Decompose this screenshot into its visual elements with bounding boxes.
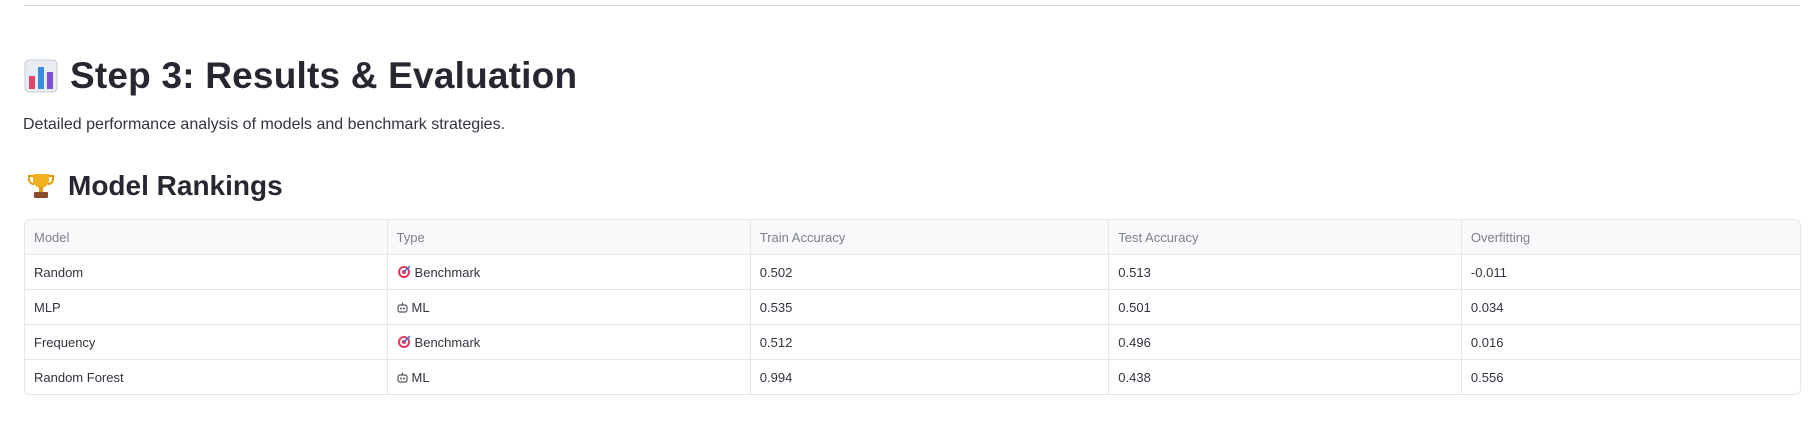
cell-test-accuracy[interactable]: 0.501 [1108,289,1462,325]
cell-type[interactable]: ML [387,289,751,325]
column-header-model[interactable]: Model [25,220,388,255]
page-title-text: Step 3: Results & Evaluation [70,55,578,96]
column-header-train-accuracy[interactable]: Train Accuracy [750,220,1110,255]
cell-model[interactable]: Random [25,254,388,290]
table-row: MLP ML 0.535 0.501 0.034 [25,289,1800,325]
cell-train-accuracy[interactable]: 0.502 [750,254,1110,290]
column-header-overfitting[interactable]: Overfitting [1461,220,1800,255]
table-header-row: Model Type Train Accuracy Test Accuracy … [25,220,1800,255]
trophy-icon [28,172,54,200]
results-page: Step 3: Results & Evaluation Detailed pe… [0,0,1814,422]
cell-train-accuracy[interactable]: 0.994 [750,359,1110,394]
bar-chart-icon [24,59,58,93]
table-row: Frequency Benchmark 0.512 0.496 0.016 [25,324,1800,360]
cell-test-accuracy[interactable]: 0.496 [1108,324,1462,360]
page-title: Step 3: Results & Evaluation [24,48,577,104]
cell-type-label: ML [411,369,430,385]
target-icon [397,265,411,279]
cell-overfitting[interactable]: -0.011 [1461,254,1800,290]
cell-model[interactable]: MLP [25,289,388,325]
cell-type-label: Benchmark [414,334,481,350]
target-icon [397,335,411,349]
cell-type[interactable]: Benchmark [387,324,751,360]
cell-train-accuracy[interactable]: 0.535 [750,289,1110,325]
column-header-test-accuracy[interactable]: Test Accuracy [1108,220,1462,255]
section-divider [24,5,1800,6]
section-title-text: Model Rankings [68,170,283,201]
section-title: Model Rankings [28,166,283,206]
table-row: Random Forest ML 0.994 0.438 0.556 [25,359,1800,395]
column-header-type[interactable]: Type [387,220,751,255]
cell-type[interactable]: ML [387,359,751,394]
cell-test-accuracy[interactable]: 0.438 [1108,359,1462,394]
rankings-table[interactable]: Model Type Train Accuracy Test Accuracy … [24,219,1801,395]
cell-overfitting[interactable]: 0.556 [1461,360,1800,395]
table-row: Random Benchmark 0.502 0.513 -0.011 [25,254,1800,290]
robot-icon [396,372,408,383]
cell-overfitting[interactable]: 0.034 [1461,289,1800,325]
robot-icon [396,302,408,313]
page-subtitle: Detailed performance analysis of models … [23,116,506,133]
cell-type[interactable]: Benchmark [387,254,751,290]
cell-train-accuracy[interactable]: 0.512 [750,324,1110,360]
cell-model[interactable]: Random Forest [25,359,388,394]
cell-test-accuracy[interactable]: 0.513 [1108,254,1462,290]
cell-type-label: ML [411,299,430,315]
cell-model[interactable]: Frequency [25,324,388,360]
cell-type-label: Benchmark [414,264,481,280]
cell-overfitting[interactable]: 0.016 [1461,324,1800,360]
